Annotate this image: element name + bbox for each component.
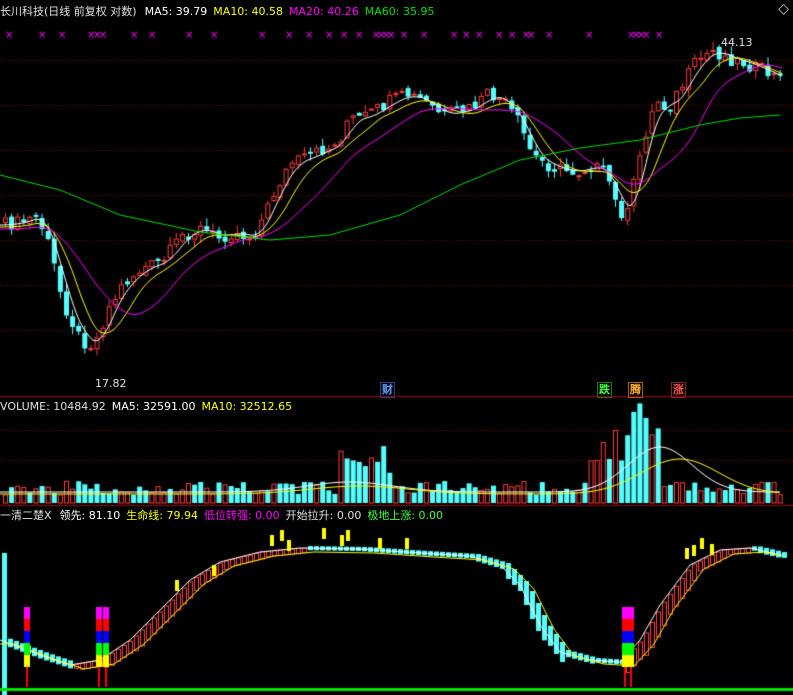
volume-ma5-readout: MA5: 32591.00 [111,399,196,413]
settings-gear-icon[interactable]: ◇ [778,2,789,16]
indicator-low-turn: 低位转强: 0.00 [203,509,280,522]
price-header: 长川科技(日线 前复权 对数) MA5: 39.79 MA10: 40.58 M… [0,3,434,19]
ma20-readout: MA20: 40.26 [289,4,359,18]
stock-title: 长川科技(日线 前复权 对数) [0,5,137,18]
indicator-lead: 领先: 81.10 [59,509,121,522]
high-price-label: 44.13 [721,36,753,49]
event-badge-rise[interactable]: 涨 [671,382,686,398]
event-badge-fall[interactable]: 跌 [597,382,612,398]
volume-ma10-readout: MA10: 32512.65 [201,399,293,413]
indicator-header: 一清二楚X 领先: 81.10 生命线: 79.94 低位转强: 0.00 开始… [0,507,443,523]
ma10-readout: MA10: 40.58 [213,4,284,18]
volume-header: VOLUME: 10484.92 MA5: 32591.00 MA10: 325… [0,398,292,414]
indicator-life: 生命线: 79.94 [126,509,198,522]
indicator-name: 一清二楚X [0,509,52,522]
ma5-readout: MA5: 39.79 [144,4,208,18]
ma60-readout: MA60: 35.95 [364,4,435,18]
event-badge-finance[interactable]: 财 [380,382,395,398]
event-badge-soar[interactable]: 腾 [628,382,643,398]
volume-readout: VOLUME: 10484.92 [0,399,106,413]
stock-chart-canvas[interactable] [0,0,793,695]
indicator-start-pull: 开始拉升: 0.00 [285,509,362,522]
indicator-ground-rise: 极地上涨: 0.00 [367,509,444,522]
low-price-label: 17.82 [95,377,127,390]
